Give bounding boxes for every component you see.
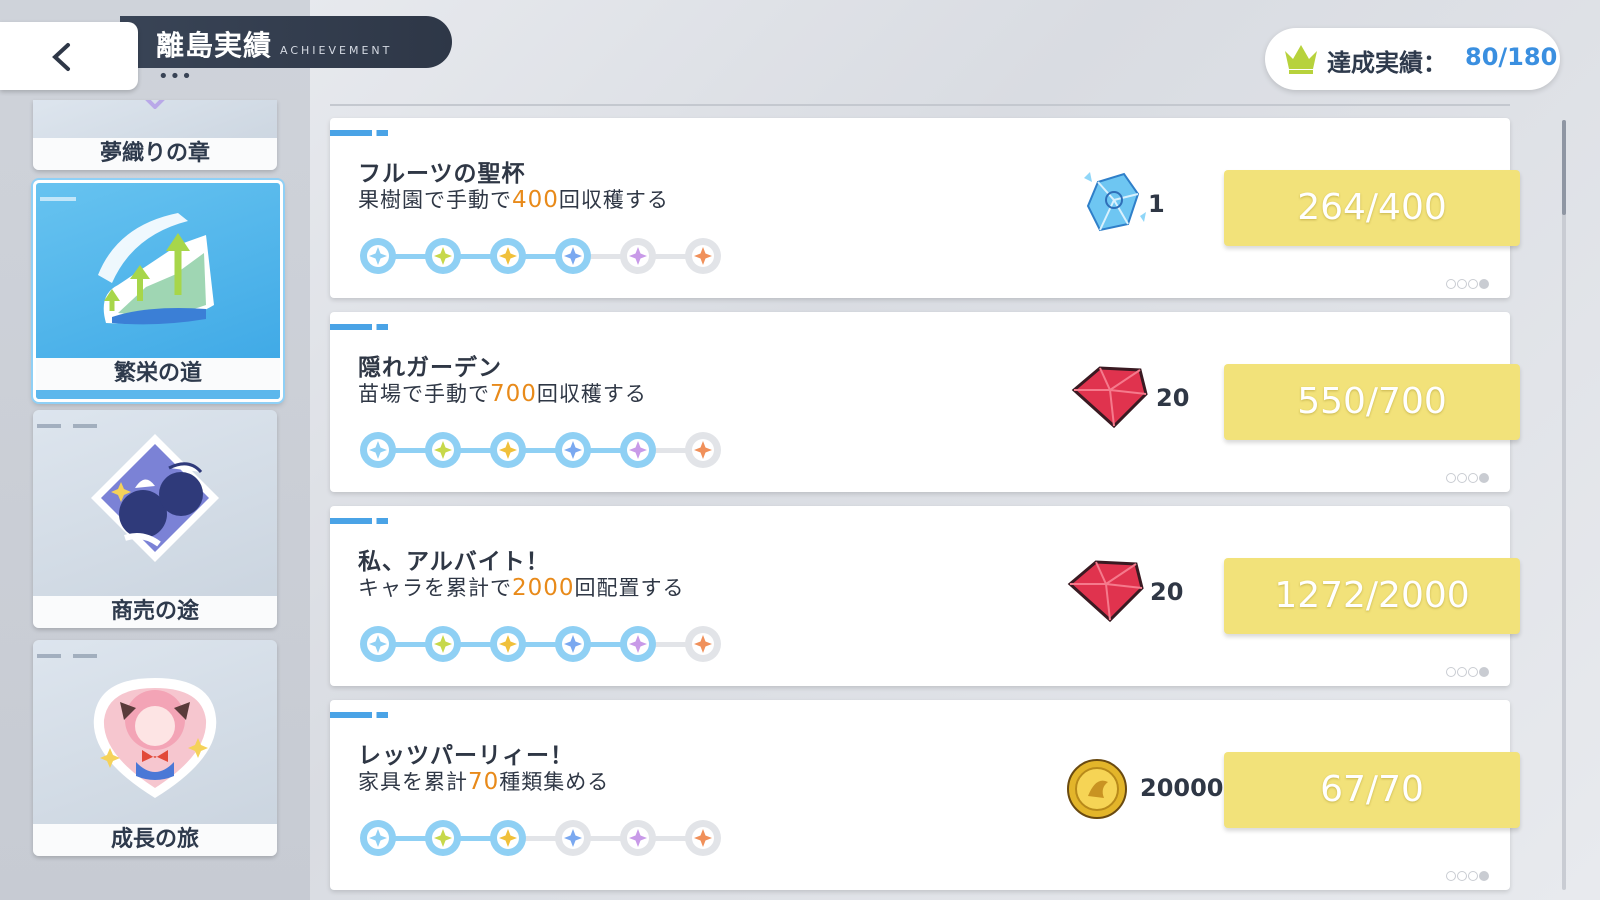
stage-star-icon	[685, 820, 721, 856]
category-label: 繁栄の道	[36, 358, 280, 390]
chevron-left-icon	[52, 43, 70, 71]
achievement-card: レッツパーリィー！ 家具を累計70種類集める 20000 67/70	[330, 700, 1520, 890]
achievement-card: 私、アルバイト！ キャラを累計で2000回配置する 20 1272/2000	[330, 506, 1520, 686]
category-card-growth[interactable]: 成長の旅	[33, 640, 277, 856]
category-card-commerce[interactable]: 商売の途	[33, 410, 277, 628]
achievement-description: 家具を累計70種類集める	[358, 769, 610, 795]
stage-star-icon	[490, 238, 526, 274]
more-dots: •••	[158, 66, 193, 87]
stage-star-icon	[360, 432, 396, 468]
stage-star-icon	[360, 626, 396, 662]
stage-star-icon	[555, 626, 591, 662]
ruby-icon	[1070, 360, 1150, 434]
stage-track	[360, 432, 721, 468]
achievement-title: 私、アルバイト！	[358, 549, 550, 575]
stage-track	[360, 238, 721, 274]
stage-track	[360, 820, 721, 856]
dream-emblem-icon	[135, 100, 175, 113]
stage-star-icon	[490, 820, 526, 856]
stage-star-icon	[685, 432, 721, 468]
money-bag-emblem-icon	[85, 428, 225, 572]
card-watermark	[1446, 468, 1492, 483]
card-watermark	[1446, 274, 1492, 289]
crown-icon	[1285, 45, 1317, 74]
stage-track	[360, 626, 721, 662]
stage-star-icon	[490, 626, 526, 662]
category-card-prosperity[interactable]: 繁栄の道	[33, 180, 283, 402]
reward-quantity: 20000	[1140, 774, 1224, 802]
progress-button[interactable]: 1272/2000	[1224, 558, 1520, 634]
page-title: 離島実績	[156, 29, 273, 62]
progress-button[interactable]: 67/70	[1224, 752, 1520, 828]
achievement-card: フルーツの聖杯 果樹園で手動で400回収穫する 1 264/400	[330, 118, 1520, 298]
stage-star-icon	[425, 626, 461, 662]
ruby-icon	[1066, 554, 1146, 628]
stage-star-icon	[555, 238, 591, 274]
reward-quantity: 20	[1150, 578, 1184, 606]
achievement-total-badge: 達成実績： 80/180	[1265, 28, 1560, 90]
title-bar: 離島実績 ACHIEVEMENT	[120, 16, 452, 68]
reward-quantity: 20	[1156, 384, 1190, 412]
total-label: 達成実績：	[1327, 49, 1447, 77]
stage-star-icon	[490, 432, 526, 468]
stage-star-icon	[620, 432, 656, 468]
stage-star-icon	[685, 626, 721, 662]
category-label: 成長の旅	[33, 824, 277, 856]
gold-coin-icon	[1066, 758, 1128, 824]
achievement-title: レッツパーリィー！	[358, 743, 574, 769]
achievement-description: キャラを累計で2000回配置する	[358, 575, 685, 601]
category-label: 商売の途	[33, 596, 277, 628]
scrollbar-track[interactable]	[1562, 120, 1566, 890]
stage-star-icon	[360, 820, 396, 856]
achievement-description: 果樹園で手動で400回収穫する	[358, 187, 669, 213]
category-label: 夢織りの章	[33, 138, 277, 170]
progress-button[interactable]: 550/700	[1224, 364, 1520, 440]
reward-quantity: 1	[1148, 190, 1165, 218]
card-watermark	[1446, 662, 1492, 677]
category-sidebar: 夢織りの章 繁栄の道 商売の途 成長の旅	[0, 0, 310, 900]
crystal-icon	[1078, 168, 1148, 242]
stage-star-icon	[425, 432, 461, 468]
achievement-description: 苗場で手動で700回収穫する	[358, 381, 647, 407]
stage-star-icon	[360, 238, 396, 274]
back-button[interactable]	[0, 22, 138, 90]
card-watermark	[1446, 866, 1492, 881]
list-divider	[330, 104, 1510, 106]
stage-star-icon	[620, 626, 656, 662]
page-subtitle: ACHIEVEMENT	[280, 44, 393, 57]
stage-star-icon	[555, 820, 591, 856]
achievement-card: 隠れガーデン 苗場で手動で700回収穫する 20 550/700	[330, 312, 1520, 492]
achievement-title: 隠れガーデン	[358, 355, 502, 381]
girl-emblem-icon	[80, 658, 230, 812]
stage-star-icon	[685, 238, 721, 274]
stage-star-icon	[425, 238, 461, 274]
rising-arrows-emblem-icon	[88, 205, 228, 339]
total-value: 80/180	[1465, 43, 1558, 71]
achievement-title: フルーツの聖杯	[358, 161, 526, 187]
stage-star-icon	[425, 820, 461, 856]
progress-button[interactable]: 264/400	[1224, 170, 1520, 246]
stage-star-icon	[620, 820, 656, 856]
scrollbar-thumb[interactable]	[1562, 120, 1566, 215]
stage-star-icon	[555, 432, 591, 468]
category-card-dream[interactable]: 夢織りの章	[33, 100, 277, 170]
stage-star-icon	[620, 238, 656, 274]
